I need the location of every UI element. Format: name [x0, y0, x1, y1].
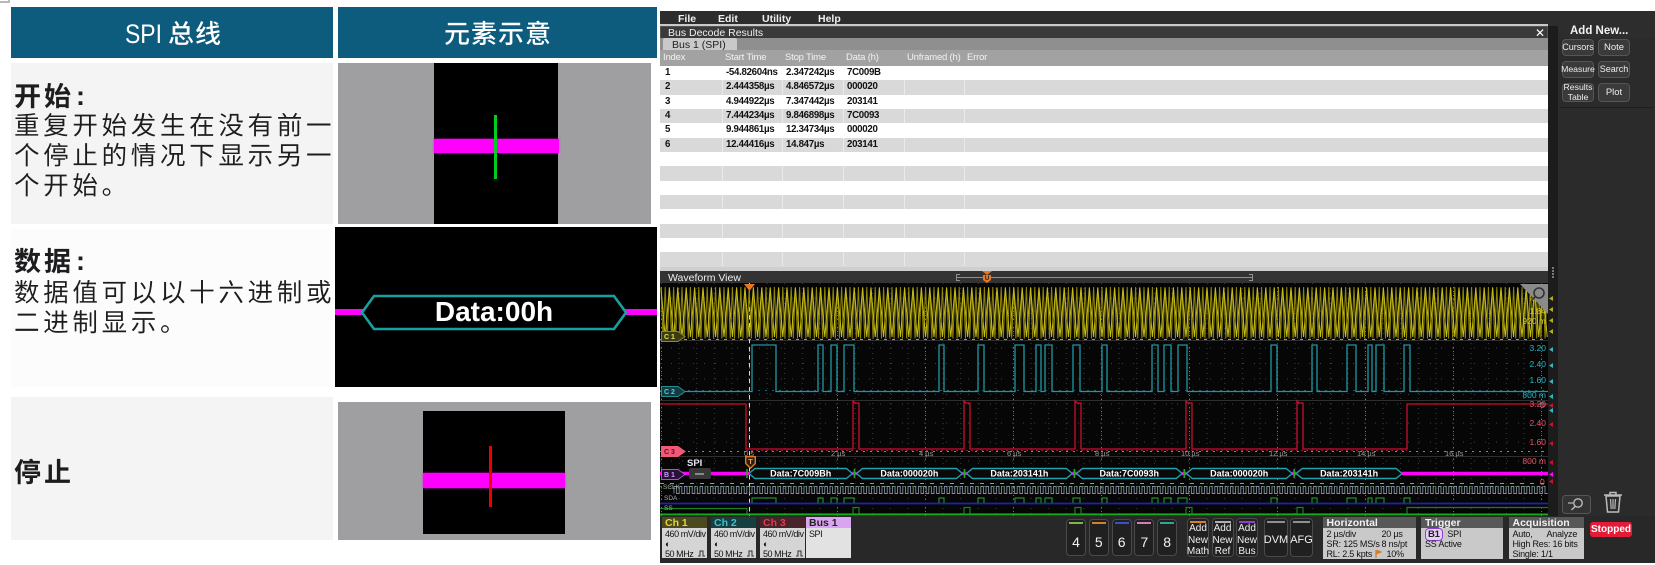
svg-text:B 1: B 1	[664, 472, 675, 479]
svg-text:Data:000020h: Data:000020h	[1210, 469, 1268, 479]
svg-text:C 3: C 3	[664, 449, 675, 456]
svg-text:T: T	[748, 457, 753, 466]
svg-text:Data:203141h: Data:203141h	[990, 469, 1048, 479]
svg-text:U: U	[985, 276, 989, 282]
svg-text:C 1: C 1	[664, 334, 675, 341]
svg-text:Data:7C0093h: Data:7C0093h	[1100, 469, 1160, 479]
svg-text:C 2: C 2	[664, 389, 675, 396]
svg-text:Data:7C009Bh: Data:7C009Bh	[770, 469, 831, 479]
svg-text:Data:000020h: Data:000020h	[880, 469, 938, 479]
svg-text:Data:203141h: Data:203141h	[1320, 469, 1378, 479]
